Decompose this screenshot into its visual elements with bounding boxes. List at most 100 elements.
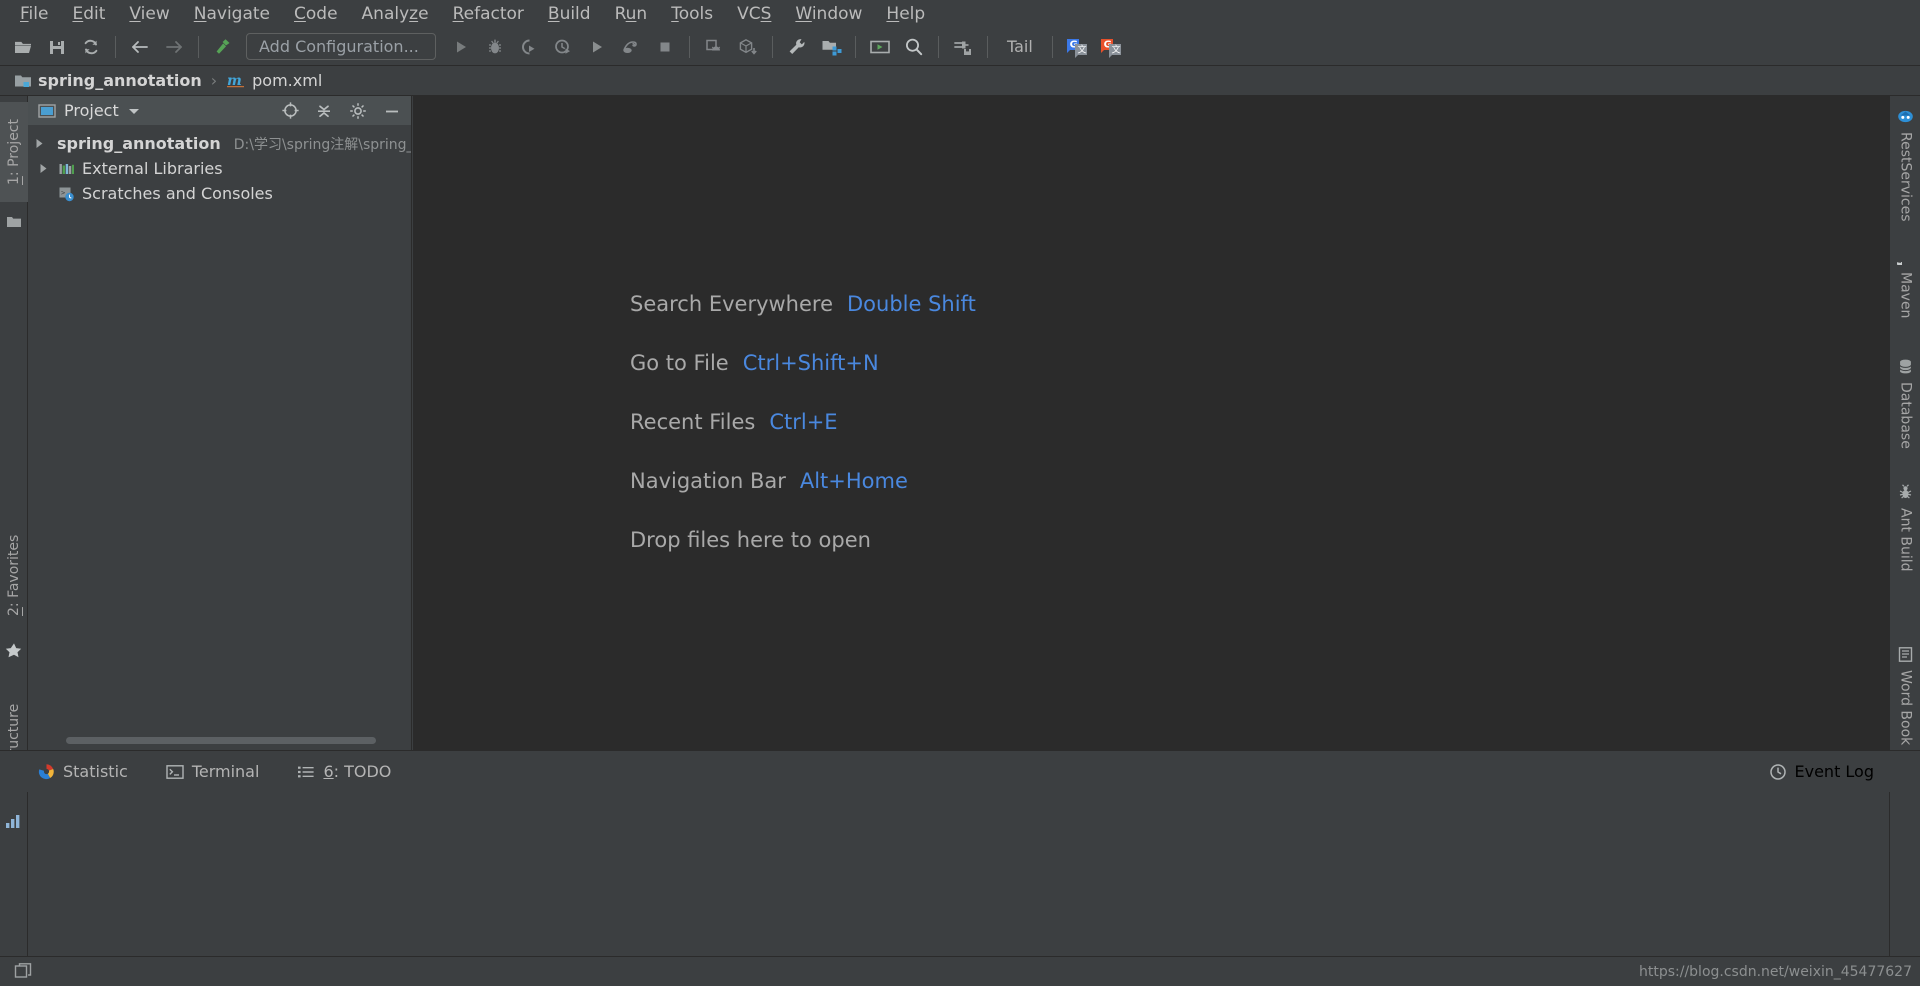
translate-reverse-button[interactable]: G 文	[1096, 32, 1126, 62]
update-project-button[interactable]	[865, 32, 895, 62]
run-alt-button[interactable]	[582, 32, 612, 62]
hammer-icon	[216, 38, 230, 54]
sidebar-item-ant-build[interactable]: Ant Build	[1890, 480, 1920, 590]
breadcrumb-separator: ›	[210, 71, 218, 90]
back-button[interactable]	[125, 32, 155, 62]
intellij-window: File Edit View Navigate Code Analyze Ref…	[0, 0, 1920, 986]
bottom-item-statistic[interactable]: Statistic	[38, 762, 128, 781]
build-project-button[interactable]	[208, 32, 238, 62]
sidebar-item-database[interactable]: Database	[1890, 354, 1920, 470]
open-button[interactable]	[8, 32, 38, 62]
project-horizontal-scrollbar[interactable]	[66, 737, 376, 744]
coverage-icon	[522, 39, 535, 54]
breadcrumb-file-label: pom.xml	[252, 71, 323, 90]
toolbar-separator	[938, 35, 939, 58]
translate-button[interactable]: G 文	[1062, 32, 1092, 62]
hint-navigation-bar: Navigation Bar Alt+Home	[630, 451, 976, 510]
chevron-down-icon[interactable]	[127, 105, 141, 117]
project-structure-button[interactable]	[816, 32, 846, 62]
sidebar-item-project-label: 1: Project	[6, 119, 22, 185]
menu-item-file[interactable]: File	[8, 1, 60, 27]
menu-item-window[interactable]: Window	[783, 1, 874, 27]
tree-expand-arrow[interactable]	[34, 138, 45, 149]
scroll-from-source-button[interactable]	[277, 99, 303, 123]
menu-item-help[interactable]: Help	[874, 1, 937, 27]
hide-panel-button[interactable]	[379, 99, 405, 123]
layout-icon[interactable]	[14, 962, 33, 981]
collapse-all-button[interactable]	[311, 99, 337, 123]
tree-item-label: Scratches and Consoles	[82, 184, 273, 203]
star-icon[interactable]	[5, 642, 23, 660]
profile-button[interactable]	[548, 32, 578, 62]
tree-item-label: External Libraries	[82, 159, 223, 178]
menu-item-code[interactable]: Code	[282, 1, 350, 27]
hint-label: Navigation Bar	[630, 468, 786, 493]
sidebar-item-project[interactable]: 1: Project	[0, 102, 28, 202]
word-book-icon	[1898, 647, 1913, 662]
update-window-icon	[870, 40, 890, 53]
save-all-button[interactable]	[42, 32, 72, 62]
menu-item-view[interactable]: View	[117, 1, 181, 27]
left-tool-strip: 1: Project 2: Favorites 7: Structure	[0, 96, 28, 956]
translate-icon: G 文	[1066, 38, 1087, 58]
sidebar-item-label: Ant Build	[1897, 508, 1914, 572]
main-toolbar: Add Configuration... Tail G 文 G 文	[0, 28, 1920, 66]
bottom-item-terminal[interactable]: Terminal	[166, 762, 260, 781]
event-log-label: Event Log	[1794, 762, 1875, 781]
sidebar-item-restservices[interactable]: RestServices	[1890, 104, 1920, 234]
settings-button[interactable]	[782, 32, 812, 62]
hint-label: Drop files here to open	[630, 527, 871, 552]
hint-shortcut: Double Shift	[847, 291, 976, 316]
run-with-coverage-button[interactable]	[514, 32, 544, 62]
attach-button[interactable]	[616, 32, 646, 62]
sidebar-item-maven[interactable]: m Maven	[1890, 244, 1920, 344]
menu-item-build[interactable]: Build	[536, 1, 603, 27]
structure-icon[interactable]	[5, 812, 23, 830]
run-configuration-selector[interactable]: Add Configuration...	[246, 33, 436, 60]
bottom-item-label: Terminal	[191, 762, 260, 781]
stop-button[interactable]	[650, 32, 680, 62]
hint-shortcut: Ctrl+Shift+N	[742, 350, 879, 375]
run-button[interactable]	[446, 32, 476, 62]
avd-manager-button[interactable]	[699, 32, 729, 62]
folder-icon[interactable]	[6, 214, 22, 230]
bottom-item-event-log[interactable]: Event Log	[1769, 762, 1875, 781]
menu-item-run[interactable]: Run	[603, 1, 660, 27]
hint-shortcut: Alt+Home	[799, 468, 908, 493]
tree-item-external-libraries[interactable]: External Libraries	[28, 156, 411, 181]
tail-label[interactable]: Tail	[995, 37, 1045, 56]
sdk-manager-button[interactable]	[733, 32, 763, 62]
attach-bug-icon	[623, 40, 637, 53]
sidebar-item-label: Database	[1897, 382, 1914, 449]
android-device-icon	[706, 39, 721, 50]
bottom-tool-strip: Statistic Terminal 6: TODO Event Log	[0, 750, 1920, 792]
minimize-icon	[386, 110, 398, 112]
wrench-icon	[789, 38, 805, 54]
tree-item-scratches-and-consoles[interactable]: >_ Scratches and Consoles	[28, 181, 411, 206]
search-everywhere-button[interactable]	[899, 32, 929, 62]
debug-button[interactable]	[480, 32, 510, 62]
menu-item-tools[interactable]: Tools	[659, 1, 725, 27]
menu-item-navigate[interactable]: Navigate	[182, 1, 282, 27]
menu-item-edit[interactable]: Edit	[60, 1, 117, 27]
settings-gear-button[interactable]	[345, 99, 371, 123]
tree-item-spring-annotation[interactable]: spring_annotation D:\学习\spring注解\spring_…	[28, 131, 411, 156]
toolbar-separator	[198, 35, 199, 58]
hint-recent-files: Recent Files Ctrl+E	[630, 392, 976, 451]
menu-item-analyze[interactable]: Analyze	[350, 1, 441, 27]
forward-button[interactable]	[159, 32, 189, 62]
sidebar-item-favorites[interactable]: 2: Favorites	[0, 516, 28, 634]
tree-expand-arrow[interactable]	[34, 163, 52, 174]
menu-item-refactor[interactable]: Refactor	[441, 1, 536, 27]
arrow-left-icon	[132, 40, 148, 53]
tail-plugin-button[interactable]	[948, 32, 978, 62]
breadcrumb-project[interactable]: spring_annotation	[10, 71, 206, 90]
breadcrumb-project-label: spring_annotation	[38, 71, 202, 90]
synchronize-button[interactable]	[76, 32, 106, 62]
breadcrumb-file[interactable]: m pom.xml	[222, 71, 326, 90]
maven-m-icon: m	[1897, 261, 1907, 265]
project-tool-window: Project spring_annotation D:\学习\spring注解…	[28, 96, 412, 750]
menu-item-vcs[interactable]: VCS	[725, 1, 783, 27]
bottom-item-todo[interactable]: 6: TODO	[297, 762, 391, 781]
bug-icon	[489, 39, 501, 53]
